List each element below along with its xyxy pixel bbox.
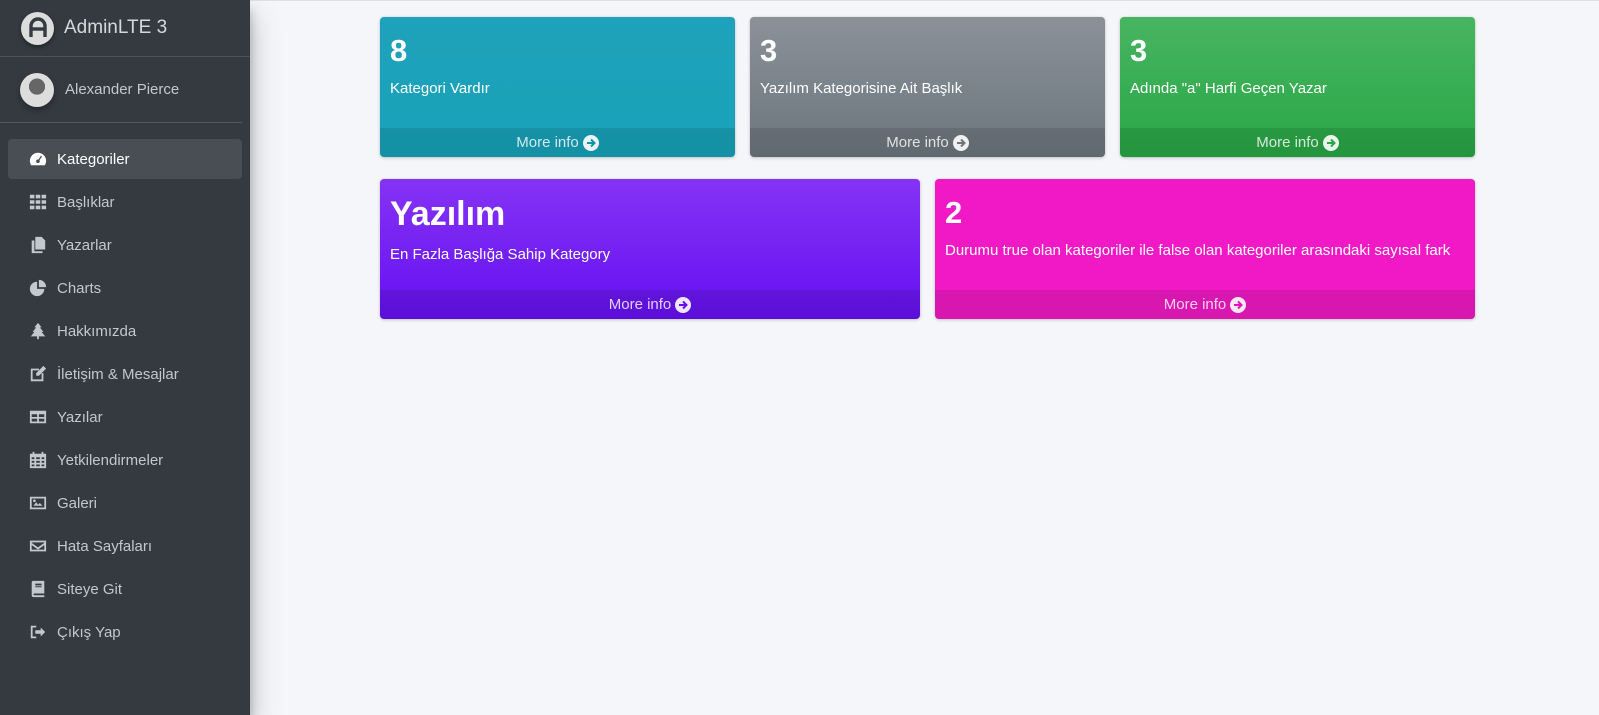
- sidebar-item-siteye-git[interactable]: Siteye Git: [8, 569, 242, 609]
- small-box-value: 2: [945, 195, 963, 230]
- sidebar-item-label: Çıkış Yap: [57, 623, 121, 641]
- more-info-link[interactable]: More info: [380, 290, 920, 319]
- small-box-text: Durumu true olan kategoriler ile false o…: [945, 242, 1451, 260]
- sidebar-item-label: Yetkilendirmeler: [57, 451, 164, 469]
- small-box-text: Adında "a" Harfi Geçen Yazar: [1130, 80, 1327, 98]
- more-info-label: More info: [886, 134, 949, 151]
- envelope-icon: [28, 536, 48, 556]
- sidebar-item-yetkilendirmeler[interactable]: Yetkilendirmeler: [8, 440, 242, 480]
- sidebar-item-label: Charts: [57, 279, 102, 297]
- more-info-label: More info: [1163, 296, 1227, 313]
- sidebar-item-label: Başlıklar: [57, 193, 115, 211]
- edit-icon: [28, 364, 48, 384]
- image-icon: [28, 493, 48, 513]
- sidebar-item-label: Galeri: [57, 494, 98, 512]
- grid-icon: [28, 192, 48, 212]
- sidebar-item-label: İletişim & Mesajlar: [57, 365, 179, 383]
- sign-out-icon: [28, 622, 48, 642]
- sidebar-item-label: Yazılar: [57, 408, 103, 426]
- small-box-value: 3: [1130, 33, 1148, 68]
- small-box-text: Yazılım Kategorisine Ait Başlık: [760, 80, 963, 98]
- content-top-border: [250, 0, 1599, 1]
- more-info-link[interactable]: More info: [1120, 128, 1475, 157]
- small-box-value: Yazılım: [390, 195, 506, 233]
- small-box-yazar: 3 Adında "a" Harfi Geçen Yazar More info: [1120, 17, 1475, 157]
- sidebar-nav: Kategoriler Başlıklar Yazarlar Charts Ha…: [0, 123, 250, 652]
- sidebar-item-kategoriler[interactable]: Kategoriler: [8, 139, 242, 179]
- brand-text: AdminLTE 3: [64, 17, 168, 38]
- more-info-link[interactable]: More info: [935, 290, 1475, 319]
- user-panel[interactable]: Alexander Pierce: [0, 57, 242, 123]
- small-box-kategori: 8 Kategori Vardır More info: [380, 17, 735, 157]
- arrow-circle-right-icon: [952, 134, 969, 151]
- book-icon: [28, 579, 48, 599]
- sidebar-item-cikis-yap[interactable]: Çıkış Yap: [8, 612, 242, 652]
- small-box-text: Kategori Vardır: [390, 80, 490, 98]
- more-info-link[interactable]: More info: [380, 128, 735, 157]
- sidebar-item-label: Siteye Git: [57, 580, 123, 598]
- sidebar-item-charts[interactable]: Charts: [8, 268, 242, 308]
- more-info-label: More info: [516, 134, 579, 151]
- brand-link[interactable]: AdminLTE 3: [0, 0, 250, 57]
- avatar: [20, 72, 54, 107]
- main-sidebar: AdminLTE 3 Alexander Pierce Kategoriler …: [0, 0, 250, 715]
- more-info-label: More info: [1256, 134, 1319, 151]
- sidebar-item-galeri[interactable]: Galeri: [8, 483, 242, 523]
- small-box-value: 3: [760, 33, 778, 68]
- sidebar-item-yazilar[interactable]: Yazılar: [8, 397, 242, 437]
- small-box-value: 8: [390, 33, 408, 68]
- adminlte-logo-icon: [21, 11, 54, 45]
- sidebar-item-basliklar[interactable]: Başlıklar: [8, 182, 242, 222]
- sidebar-item-label: Hakkımızda: [57, 322, 137, 340]
- copy-icon: [28, 235, 48, 255]
- small-box-en-fazla: Yazılım En Fazla Başlığa Sahip Kategory …: [380, 179, 920, 319]
- sidebar-item-label: Kategoriler: [57, 150, 130, 168]
- tachometer-icon: [28, 149, 48, 169]
- more-info-link[interactable]: More info: [750, 128, 1105, 157]
- sidebar-item-hakkimizda[interactable]: Hakkımızda: [8, 311, 242, 351]
- sidebar-item-yazarlar[interactable]: Yazarlar: [8, 225, 242, 265]
- sidebar-item-label: Yazarlar: [57, 236, 112, 254]
- more-info-label: More info: [608, 296, 672, 313]
- user-name[interactable]: Alexander Pierce: [65, 81, 179, 98]
- table-icon: [28, 407, 48, 427]
- small-box-baslik: 3 Yazılım Kategorisine Ait Başlık More i…: [750, 17, 1105, 157]
- small-box-text: En Fazla Başlığa Sahip Kategory: [390, 245, 611, 263]
- arrow-circle-right-icon: [582, 134, 599, 151]
- arrow-circle-right-icon: [1230, 296, 1247, 313]
- sidebar-item-iletisim[interactable]: İletişim & Mesajlar: [8, 354, 242, 394]
- sidebar-item-hata-sayfalari[interactable]: Hata Sayfaları: [8, 526, 242, 566]
- small-box-durum-fark: 2 Durumu true olan kategoriler ile false…: [935, 179, 1475, 319]
- arrow-circle-right-icon: [1322, 134, 1339, 151]
- arrow-circle-right-icon: [675, 296, 692, 313]
- sidebar-item-label: Hata Sayfaları: [57, 537, 153, 555]
- tree-icon: [28, 321, 48, 341]
- calendar-icon: [28, 450, 48, 470]
- pie-chart-icon: [28, 278, 48, 298]
